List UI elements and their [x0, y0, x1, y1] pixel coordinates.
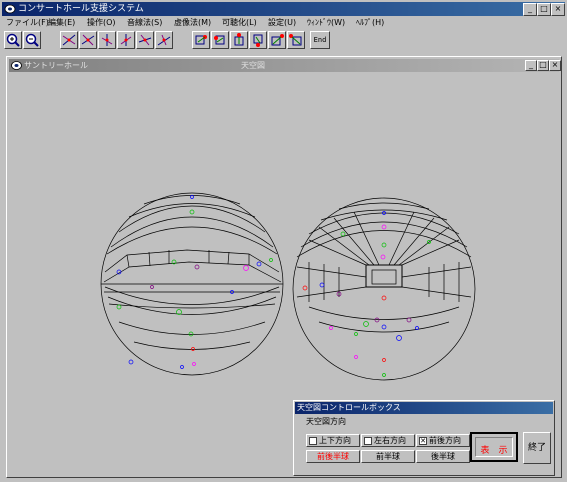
zoom-in-icon: [6, 33, 20, 47]
app-icon: [4, 3, 16, 15]
image-tool-2-button[interactable]: [211, 31, 229, 49]
image-tool-3-button[interactable]: [230, 31, 248, 49]
show-button-label: 表 示: [480, 446, 508, 456]
menu-operate[interactable]: 操作(O): [87, 17, 116, 29]
back-hemisphere-button[interactable]: 後半球: [416, 450, 470, 463]
image-source-icon: [271, 34, 284, 46]
checkbox-label: 左右方向: [374, 436, 406, 445]
menu-window[interactable]: ｳｨﾝﾄﾞｳ(W): [307, 17, 345, 29]
front-hemisphere-plot: [100, 192, 284, 376]
maximize-button[interactable]: □: [537, 3, 551, 16]
toolbar: End: [2, 30, 565, 52]
menu-help[interactable]: ﾍﾙﾌﾟ(H): [356, 17, 384, 29]
direction-section-label: 天空図方向: [306, 417, 346, 426]
image-source-icon: [195, 35, 207, 45]
ray-tool-6-button[interactable]: [155, 31, 173, 49]
child-title: サントリーホール: [24, 61, 88, 70]
child-maximize-button[interactable]: □: [537, 60, 549, 71]
ray-tool-1-button[interactable]: [60, 31, 78, 49]
ray-tool-icon: [101, 34, 113, 46]
frontback-direction-checkbox[interactable]: ✕ 前後方向: [416, 434, 470, 447]
ray-tool-icon: [157, 34, 171, 46]
ray-tool-icon: [81, 34, 95, 46]
checkbox-box: [364, 437, 372, 445]
ray-tool-4-button[interactable]: [117, 31, 135, 49]
image-source-icon: [289, 34, 302, 46]
control-box-title: 天空図コントロールボックス: [295, 402, 553, 414]
ray-tool-5-button[interactable]: [136, 31, 154, 49]
menu-file[interactable]: ファイル(F): [6, 17, 49, 29]
image-source-icon: [214, 35, 225, 45]
ray-tool-3-button[interactable]: [98, 31, 116, 49]
front-hemisphere-button[interactable]: 前半球: [361, 450, 415, 463]
minimize-button[interactable]: _: [523, 3, 537, 16]
front-back-hemisphere-button[interactable]: 前後半球: [306, 450, 360, 463]
zoom-out-button[interactable]: [23, 31, 41, 49]
child-minimize-button[interactable]: _: [525, 60, 537, 71]
menu-auralize[interactable]: 可聴化(L): [222, 17, 257, 29]
ray-tool-2-button[interactable]: [79, 31, 97, 49]
menu-edit[interactable]: 編集(E): [48, 17, 75, 29]
checkbox-box-checked: ✕: [419, 437, 427, 445]
close-button[interactable]: ×: [551, 3, 565, 16]
image-tool-4-button[interactable]: [249, 31, 267, 49]
menu-settings[interactable]: 設定(U): [268, 17, 296, 29]
ray-tool-icon: [120, 34, 132, 46]
rear-hemisphere-plot: [292, 197, 476, 381]
updown-direction-checkbox[interactable]: 上下方向: [306, 434, 360, 447]
child-close-button[interactable]: ×: [549, 60, 561, 71]
checkbox-label: 上下方向: [319, 436, 351, 445]
image-tool-6-button[interactable]: [287, 31, 305, 49]
menu-image[interactable]: 虚像法(M): [174, 17, 211, 29]
child-title-bar: サントリーホール 天空図 _ □ ×: [9, 59, 561, 72]
zoom-out-icon: [25, 33, 39, 47]
menu-ray[interactable]: 音線法(S): [127, 17, 162, 29]
end-toolbar-button[interactable]: End: [310, 31, 330, 49]
ray-tool-icon: [138, 34, 152, 46]
image-tool-5-button[interactable]: [268, 31, 286, 49]
app-title-bar: コンサートホール支援システム _ □ ×: [2, 2, 565, 16]
image-source-icon: [253, 34, 263, 47]
image-source-icon: [234, 33, 244, 46]
child-subtitle: 天空図: [241, 61, 265, 70]
end-button[interactable]: 終了: [523, 432, 551, 464]
ray-tool-icon: [62, 34, 76, 46]
show-button[interactable]: 表 示: [470, 432, 518, 462]
child-app-icon: [11, 60, 22, 71]
control-box-window: 天空図コントロールボックス 天空図方向 上下方向 左右方向 ✕ 前後方向 前後半…: [293, 400, 555, 476]
zoom-in-button[interactable]: [4, 31, 22, 49]
app-title: コンサートホール支援システム: [18, 4, 144, 14]
leftright-direction-checkbox[interactable]: 左右方向: [361, 434, 415, 447]
checkbox-box: [309, 437, 317, 445]
menu-bar: ファイル(F) 編集(E) 操作(O) 音線法(S) 虚像法(M) 可聴化(L)…: [2, 16, 565, 30]
image-tool-1-button[interactable]: [192, 31, 210, 49]
checkbox-label: 前後方向: [429, 436, 461, 445]
